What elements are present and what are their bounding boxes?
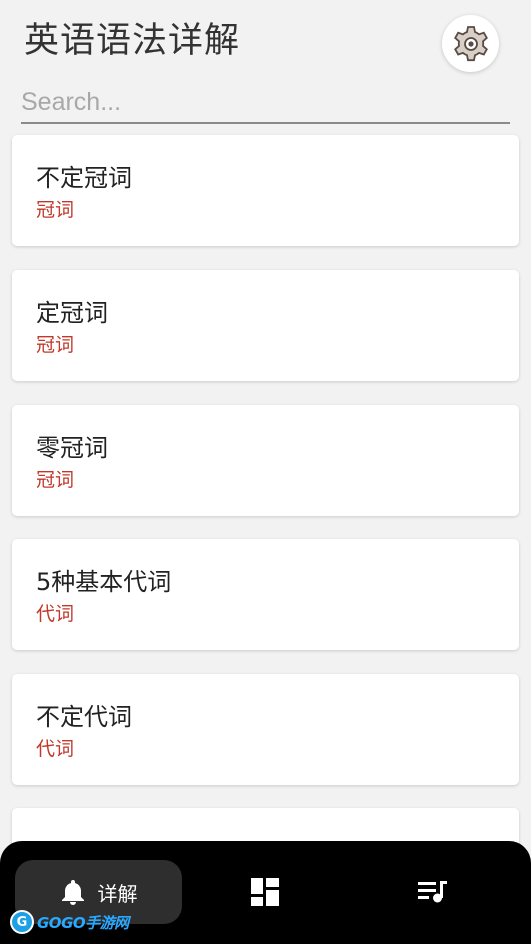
dashboard-icon	[251, 878, 279, 906]
playlist-icon	[418, 881, 447, 903]
list-item[interactable]: 零冠词 冠词	[12, 405, 519, 516]
nav-tab-label: 详解	[97, 881, 138, 906]
search-input[interactable]	[21, 82, 510, 122]
item-category: 代词	[36, 603, 75, 625]
list-item[interactable]: 不定代词 代词	[12, 674, 519, 785]
list-item[interactable]: 定冠词 冠词	[12, 270, 519, 381]
gear-icon	[453, 25, 488, 61]
nav-tab-playlist[interactable]	[373, 860, 493, 924]
item-title: 不定冠词	[36, 164, 132, 192]
item-title: 5种基本代词	[36, 568, 172, 596]
watermark-logo-icon: G	[10, 910, 34, 934]
nav-tab-dashboard[interactable]	[205, 860, 325, 924]
list-item[interactable]: 5种基本代词 代词	[12, 539, 519, 650]
search-field	[21, 82, 510, 124]
page-title: 英语语法详解	[24, 21, 241, 61]
item-category: 冠词	[36, 469, 75, 491]
item-title: 不定代词	[36, 703, 132, 731]
watermark-text: GOGO手游网	[37, 913, 129, 932]
item-category: 代词	[36, 738, 75, 760]
item-title: 零冠词	[36, 434, 108, 462]
settings-button[interactable]	[442, 15, 499, 72]
bell-icon	[61, 880, 84, 905]
list-item[interactable]: 不定冠词 冠词	[12, 135, 519, 246]
item-title: 定冠词	[36, 299, 108, 327]
item-category: 冠词	[36, 334, 75, 356]
watermark: G GOGO手游网	[10, 908, 129, 936]
item-category: 冠词	[36, 199, 75, 221]
